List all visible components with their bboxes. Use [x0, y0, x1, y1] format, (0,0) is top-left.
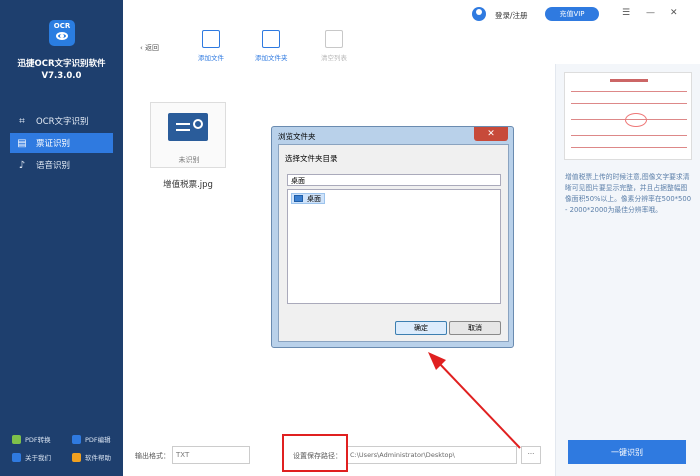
- back-button[interactable]: ‹ 返回: [140, 43, 159, 53]
- pdf-edit-icon: [72, 434, 81, 444]
- upload-tip: 增值税票上传的时候注意,图像文字要求清晰可见图片要显示完整，并且占据整幅图像面积…: [565, 173, 692, 214]
- trash-icon: [325, 30, 343, 48]
- pdf-convert-link[interactable]: PDF转换: [12, 434, 51, 444]
- recognize-button[interactable]: 一键识别: [568, 440, 686, 464]
- help-icon: [72, 452, 81, 462]
- tree-item-desktop[interactable]: 桌面: [291, 193, 325, 204]
- menu-icon[interactable]: ☰: [622, 8, 630, 18]
- dialog-body: 选择文件夹目录 桌面 桌面 确定 取消: [278, 144, 509, 342]
- format-label: 输出格式：: [135, 452, 170, 460]
- eye-icon: [56, 32, 68, 40]
- folder-tree[interactable]: 桌面: [287, 189, 501, 304]
- ticket-icon: ▤: [17, 137, 27, 149]
- add-file-button[interactable]: 添加文件: [198, 30, 224, 62]
- browse-button[interactable]: ···: [521, 446, 541, 464]
- pdf-edit-link[interactable]: PDF编辑: [72, 434, 111, 444]
- scan-icon: ⌗: [19, 115, 25, 127]
- user-avatar-icon[interactable]: [472, 7, 486, 21]
- close-window-icon[interactable]: ✕: [670, 8, 678, 18]
- right-panel: [555, 64, 700, 476]
- annotation-highlight-box: [282, 434, 348, 472]
- help-link[interactable]: 软件帮助: [72, 452, 111, 462]
- about-link[interactable]: 关于我们: [12, 452, 51, 462]
- sidebar-item-voice[interactable]: ♪ 语音识别: [10, 155, 113, 175]
- clear-list-button[interactable]: 清空列表: [321, 30, 347, 62]
- format-select[interactable]: TXT: [172, 446, 250, 464]
- microphone-icon: ♪: [18, 159, 26, 171]
- file-name: 增值税票.jpg: [163, 180, 213, 190]
- pdf-convert-icon: [12, 434, 21, 444]
- dialog-prompt: 选择文件夹目录: [285, 154, 338, 163]
- file-status: 未识别: [178, 156, 200, 164]
- dialog-close-button[interactable]: ✕: [474, 127, 508, 141]
- info-icon: [12, 452, 21, 462]
- browse-folder-dialog: 浏览文件夹 ✕ 选择文件夹目录 桌面 桌面 确定 取消: [271, 126, 514, 348]
- ticket-thumbnail-icon: [168, 113, 208, 141]
- ok-button[interactable]: 确定: [395, 321, 447, 335]
- minimize-icon[interactable]: —: [646, 8, 655, 18]
- vip-button[interactable]: 充值VIP: [545, 7, 599, 21]
- dialog-title: 浏览文件夹: [278, 132, 316, 141]
- app-name: 迅捷OCR文字识别软件 V7.3.0.0: [17, 59, 106, 81]
- stamp-icon: [625, 113, 647, 127]
- cancel-button[interactable]: 取消: [449, 321, 501, 335]
- sidebar-item-ticket[interactable]: ▤ 票证识别: [10, 133, 113, 153]
- app-logo: OCR: [49, 20, 75, 46]
- sample-invoice-image: [564, 72, 692, 160]
- file-card[interactable]: 未识别: [150, 102, 226, 168]
- desktop-folder-icon: [294, 195, 303, 202]
- add-folder-icon: [262, 30, 281, 48]
- folder-input[interactable]: 桌面: [287, 174, 501, 186]
- login-link[interactable]: 登录/注册: [495, 10, 528, 21]
- add-folder-button[interactable]: 添加文件夹: [255, 30, 288, 62]
- save-path-field[interactable]: C:\Users\Administrator\Desktop\: [347, 446, 517, 464]
- add-file-icon: [202, 30, 220, 48]
- sidebar-item-ocr[interactable]: ⌗ OCR文字识别: [10, 111, 113, 131]
- sidebar: OCR 迅捷OCR文字识别软件 V7.3.0.0 ⌗ OCR文字识别 ▤ 票证识…: [0, 0, 123, 476]
